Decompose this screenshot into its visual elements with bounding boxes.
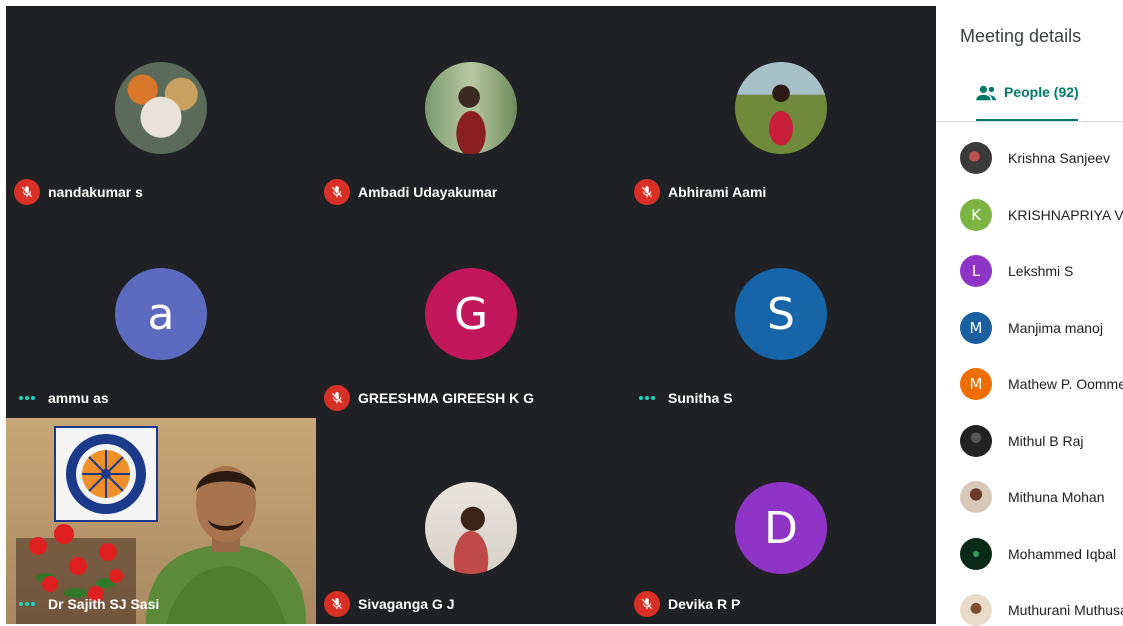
mic-off-icon — [14, 179, 40, 205]
participant-avatar — [735, 62, 827, 154]
participant-name: ammu as — [48, 390, 109, 406]
list-item[interactable]: M Manjima manoj — [960, 300, 1123, 357]
mic-off-icon — [634, 179, 660, 205]
person-name: Manjima manoj — [1008, 319, 1103, 336]
participant-label: Dr Sajith SJ Sasi — [14, 592, 159, 616]
avatar: M — [960, 368, 992, 401]
person-name: KRISHNAPRIYA V S — [1008, 206, 1123, 223]
avatar — [960, 424, 992, 457]
participant-name: Sivaganga G J — [358, 596, 455, 612]
person-name: Mithuna Mohan — [1008, 489, 1105, 506]
list-item[interactable]: Mithul B Raj — [960, 413, 1123, 470]
mic-off-icon — [324, 591, 350, 617]
participant-avatar — [425, 62, 517, 154]
participant-name: Ambadi Udayakumar — [358, 184, 498, 200]
participant-tile[interactable]: S Sunitha S — [626, 212, 936, 418]
mic-off-icon — [634, 591, 660, 617]
participant-tile[interactable]: Sivaganga G J — [316, 418, 626, 624]
participant-video-tile[interactable]: Dr Sajith SJ Sasi — [6, 418, 316, 624]
participant-avatar — [115, 62, 207, 154]
tab-people[interactable]: People (92) — [976, 84, 1079, 122]
participant-name: GREESHMA GIREESH K G — [358, 390, 535, 406]
person-name: Lekshmi S — [1008, 263, 1074, 280]
participant-tile[interactable]: nandakumar s — [6, 6, 316, 212]
avatar-initial: D — [764, 502, 798, 554]
participant-label: ammu as — [14, 386, 109, 410]
list-item[interactable]: K KRISHNAPRIYA V S — [960, 187, 1123, 244]
avatar — [960, 481, 992, 514]
list-item[interactable]: Mohammed Iqbal — [960, 526, 1123, 583]
speaking-dots-icon — [634, 385, 660, 411]
list-item[interactable]: L Lekshmi S — [960, 243, 1123, 300]
avatar — [960, 594, 992, 626]
participant-name: Abhirami Aami — [668, 184, 767, 200]
participant-label: GREESHMA GIREESH K G — [324, 385, 535, 411]
avatar — [960, 142, 992, 175]
participant-label: Ambadi Udayakumar — [324, 179, 498, 205]
participant-avatar: G — [425, 268, 517, 360]
participant-name: Sunitha S — [668, 390, 733, 406]
person-name: Mathew P. Oommen — [1008, 376, 1123, 393]
speaker-person — [136, 448, 316, 624]
participant-tile[interactable]: a ammu as — [6, 212, 316, 418]
participant-tile[interactable]: Abhirami Aami — [626, 6, 936, 212]
people-icon — [976, 84, 998, 105]
person-name: Mithul B Raj — [1008, 432, 1084, 449]
mic-off-icon — [324, 179, 350, 205]
person-name: Krishna Sanjeev — [1008, 150, 1110, 167]
avatar-initial: S — [767, 288, 795, 340]
participant-name: Dr Sajith SJ Sasi — [48, 596, 160, 612]
list-item[interactable]: Muthurani Muthusamy — [960, 582, 1123, 626]
list-item[interactable]: Krishna Sanjeev — [960, 130, 1123, 187]
participant-tile[interactable]: Ambadi Udayakumar — [316, 6, 626, 212]
participant-name: nandakumar s — [48, 184, 143, 200]
avatar: K — [960, 198, 992, 231]
avatar — [960, 537, 992, 570]
mic-off-icon — [324, 385, 350, 411]
participant-label: nandakumar s — [14, 179, 143, 205]
participant-tile[interactable]: D Devika R P — [626, 418, 936, 624]
video-grid: nandakumar s Ambadi Udayakumar Abhirami … — [6, 6, 936, 624]
participant-avatar — [425, 482, 517, 574]
participant-avatar: a — [115, 268, 207, 360]
participant-avatar: S — [735, 268, 827, 360]
people-list: Krishna Sanjeev K KRISHNAPRIYA V S L Lek… — [960, 130, 1123, 626]
person-name: Muthurani Muthusamy — [1008, 602, 1123, 619]
speaking-dots-icon — [14, 385, 40, 411]
avatar-initial: a — [147, 288, 175, 340]
participant-label: Devika R P — [634, 591, 741, 617]
speaking-dots-icon — [14, 591, 40, 617]
tab-people-label: People (92) — [1004, 84, 1079, 100]
participant-label: Abhirami Aami — [634, 179, 767, 205]
panel-title: Meeting details — [960, 26, 1082, 46]
meeting-details-panel: Meeting details People (92) Krishna Sanj… — [936, 0, 1123, 626]
participant-avatar: D — [735, 482, 827, 574]
participant-name: Devika R P — [668, 596, 741, 612]
avatar-initial: G — [453, 288, 489, 340]
participant-label: Sivaganga G J — [324, 591, 455, 617]
avatar: L — [960, 255, 992, 288]
avatar: M — [960, 311, 992, 344]
person-name: Mohammed Iqbal — [1008, 545, 1117, 562]
list-item[interactable]: Mithuna Mohan — [960, 469, 1123, 526]
participant-tile[interactable]: G GREESHMA GIREESH K G — [316, 212, 626, 418]
tab-divider — [936, 121, 1123, 122]
participant-label: Sunitha S — [634, 386, 733, 410]
list-item[interactable]: M Mathew P. Oommen — [960, 356, 1123, 413]
